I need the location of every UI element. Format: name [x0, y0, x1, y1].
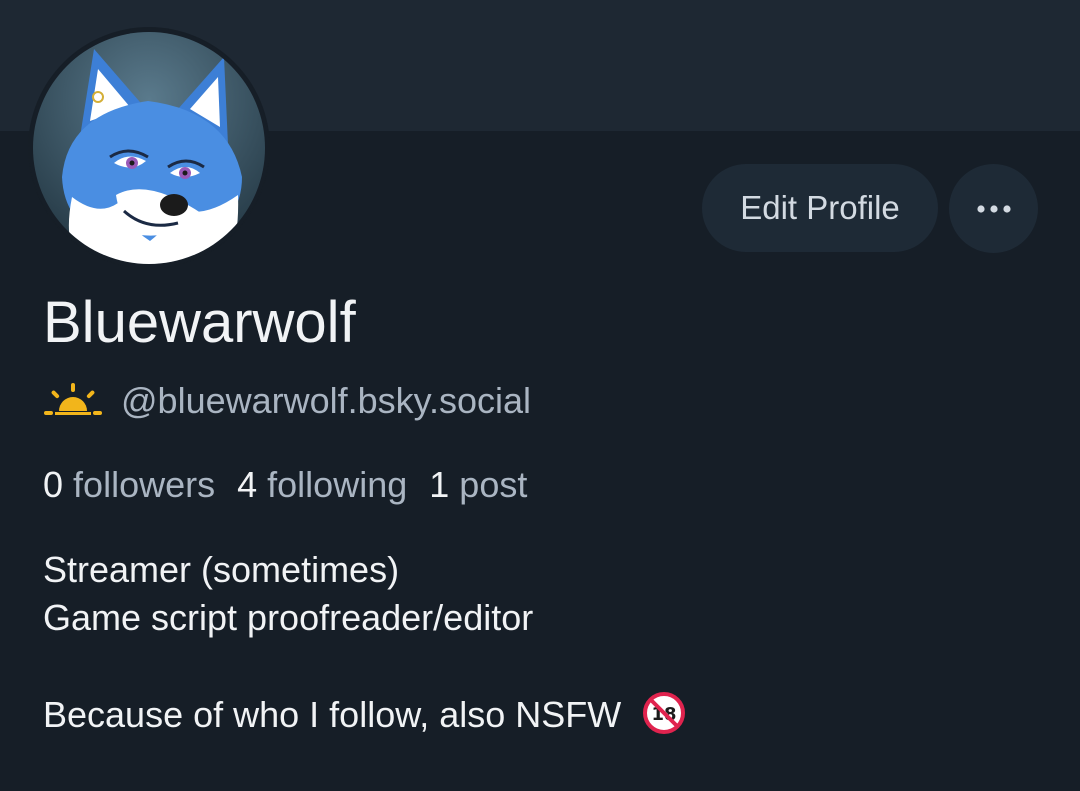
posts-link[interactable]: 1 post	[429, 464, 527, 506]
display-name: Bluewarwolf	[43, 290, 356, 355]
sunrise-icon	[44, 383, 102, 415]
bio-line: Streamer (sometimes)	[43, 549, 400, 590]
profile-stats: 0 followers 4 following 1 post	[43, 460, 549, 510]
following-label: following	[267, 464, 408, 505]
posts-label: post	[459, 464, 528, 505]
following-count: 4	[237, 464, 258, 505]
posts-count: 1	[429, 464, 450, 505]
more-horizontal-icon	[976, 204, 1011, 213]
more-options-button[interactable]	[949, 164, 1038, 253]
blue-wolf-avatar-icon	[29, 28, 269, 268]
followers-link[interactable]: 0 followers	[43, 464, 215, 506]
profile-bio: Streamer (sometimes) Game script proofre…	[43, 546, 1043, 739]
following-link[interactable]: 4 following	[237, 464, 407, 506]
bio-line-nsfw: Because of who I follow, also NSFW 18	[43, 691, 1043, 739]
followers-label: followers	[73, 464, 216, 505]
edit-profile-button[interactable]: Edit Profile	[702, 164, 938, 252]
followers-count: 0	[43, 464, 64, 505]
handle-row: @bluewarwolf.bsky.social	[43, 376, 531, 426]
bio-line-text: Because of who I follow, also NSFW	[43, 694, 622, 735]
bio-line: Game script proofreader/editor	[43, 597, 534, 638]
profile-handle: @bluewarwolf.bsky.social	[121, 380, 532, 421]
no-under-18-icon: 18	[643, 692, 686, 735]
profile-avatar[interactable]	[28, 27, 270, 269]
edit-profile-label: Edit Profile	[740, 189, 900, 226]
